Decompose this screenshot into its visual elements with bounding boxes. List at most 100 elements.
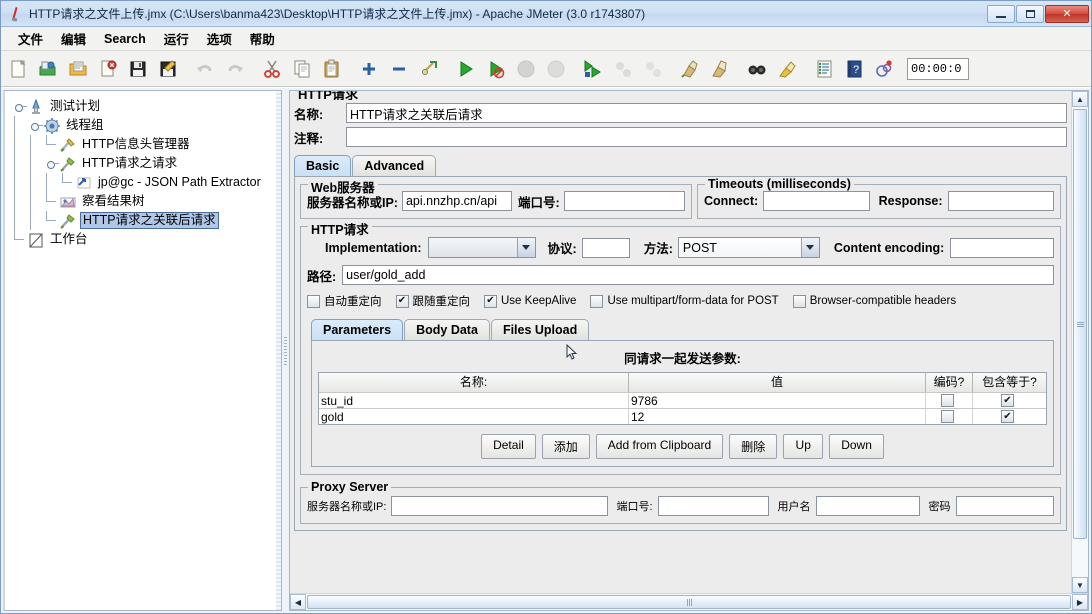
search-reset-icon[interactable] [773,55,801,83]
editor-vertical-scrollbar[interactable]: ▲ ▼ [1071,91,1088,593]
menu-item-search[interactable]: Search [95,29,155,49]
maximize-button[interactable] [1016,4,1044,23]
add-from-clipboard-button[interactable]: Add from Clipboard [595,434,724,459]
up-button[interactable]: Up [783,434,824,459]
tree-node-header-manager[interactable]: HTTP信息头管理器 [11,135,277,154]
vscroll-track[interactable] [1072,107,1088,577]
save-icon[interactable] [124,55,152,83]
toggle-icon[interactable] [415,55,443,83]
hscroll-track[interactable] [306,594,1072,610]
tree-node-http-request[interactable]: HTTP请求之请求 [11,154,277,173]
tree-node-http-request-after-correlation[interactable]: HTTP请求之关联后请求 [11,211,277,230]
templates-icon[interactable] [34,55,62,83]
clear-all-icon[interactable] [706,55,734,83]
down-button[interactable]: Down [829,434,884,459]
expand-toggle-icon[interactable] [11,97,27,116]
checkbox-box[interactable] [792,294,806,308]
hscroll-thumb[interactable] [307,595,1071,609]
column-header-name[interactable]: 名称: [319,373,629,392]
tree-node-view-results-tree[interactable]: 察看结果树 [11,192,277,211]
clear-icon[interactable] [676,55,704,83]
checkbox-box[interactable]: ✔ [484,294,497,308]
table-row[interactable]: gold 12 ✔ [319,408,1046,424]
help-icon[interactable]: ? [840,55,868,83]
search-icon[interactable] [743,55,771,83]
tree-node-thread-group[interactable]: 线程组 [11,116,277,135]
menu-item-options[interactable]: 选项 [198,26,241,51]
tree-node-json-path-extractor[interactable]: jp@gc - JSON Path Extractor [11,173,277,192]
checkbox-box[interactable] [590,294,604,308]
undo-icon[interactable] [191,55,219,83]
close-button[interactable]: ✕ [1045,4,1089,23]
name-input[interactable]: HTTP请求之关联后请求 [346,103,1067,123]
parameters-table[interactable]: 名称: 值 编码? 包含等于? stu_id 9786 ✔ gold 12 ✔ [318,372,1047,425]
start-remote-icon[interactable] [579,55,607,83]
scroll-left-icon[interactable]: ◀ [290,594,306,610]
tab-basic[interactable]: Basic [294,155,352,176]
checkbox-box[interactable]: ✔ [1001,394,1014,407]
server-input[interactable]: api.nnzhp.cn/api [401,191,512,211]
column-header-include-equals[interactable]: 包含等于? [973,373,1046,392]
cut-icon[interactable] [258,55,286,83]
open-icon[interactable] [64,55,92,83]
tree-vertical-scrollbar[interactable] [276,91,281,610]
implementation-select[interactable] [427,237,536,258]
column-header-value[interactable]: 值 [629,373,926,392]
stop-remote-icon[interactable] [609,55,637,83]
proxy-server-input[interactable] [391,496,609,516]
vscroll-thumb[interactable] [1073,109,1087,539]
cell-include-equals[interactable]: ✔ [973,409,1046,424]
expand-toggle-icon[interactable] [43,154,59,173]
checkbox-follow-redirect[interactable]: ✔ 跟随重定向 [395,293,470,309]
menu-item-edit[interactable]: 编辑 [52,26,95,51]
save-as-icon[interactable] [154,55,182,83]
cell-value[interactable]: 9786 [629,393,926,408]
detail-button[interactable]: Detail [481,434,536,459]
split-divider-grip[interactable] [284,336,287,365]
function-helper-icon[interactable] [810,55,838,83]
collapse-all-icon[interactable] [385,55,413,83]
minimize-button[interactable] [987,4,1015,23]
checkbox-box[interactable] [940,394,954,407]
cell-include-equals[interactable]: ✔ [973,393,1046,408]
add-button[interactable]: 添加 [541,434,590,459]
path-input[interactable]: user/gold_add [342,265,1054,285]
chevron-down-icon[interactable] [516,238,535,257]
menu-item-file[interactable]: 文件 [9,26,52,51]
port-input[interactable] [563,191,685,211]
paste-icon[interactable] [318,55,346,83]
content-encoding-input[interactable] [950,237,1054,258]
checkbox-auto-redirect[interactable]: 自动重定向 [307,293,382,309]
method-select[interactable]: POST [677,237,820,258]
checkbox-use-keepalive[interactable]: ✔ Use KeepAlive [484,294,576,308]
tab-parameters[interactable]: Parameters [311,319,404,340]
shutdown-remote-icon[interactable] [639,55,667,83]
column-header-encode[interactable]: 编码? [926,373,973,392]
test-plan-tree[interactable]: 测试计划 线程组 HTTP信息头管理器 HTTP请求之请求 jp@gc - JS… [5,91,281,253]
new-icon[interactable] [4,55,32,83]
protocol-input[interactable] [581,237,630,258]
scroll-up-icon[interactable]: ▲ [1072,91,1088,107]
delete-button[interactable]: 删除 [729,434,778,459]
redo-icon[interactable] [221,55,249,83]
tab-body-data[interactable]: Body Data [404,319,490,340]
tab-files-upload[interactable]: Files Upload [490,319,590,340]
scroll-down-icon[interactable]: ▼ [1072,577,1088,593]
menu-item-run[interactable]: 运行 [155,26,198,51]
response-input[interactable] [947,191,1055,211]
close-icon[interactable] [94,55,122,83]
stop-icon[interactable] [512,55,540,83]
comment-input[interactable] [346,127,1067,147]
cell-value[interactable]: 12 [629,409,926,424]
checkbox-box[interactable]: ✔ [395,294,409,308]
checkbox-use-multipart[interactable]: Use multipart/form-data for POST [590,294,779,308]
menu-item-help[interactable]: 帮助 [241,26,284,51]
cell-encode[interactable] [926,409,973,424]
thread-status-icon[interactable] [870,55,898,83]
checkbox-box[interactable] [940,410,954,423]
start-icon[interactable] [452,55,480,83]
expand-all-icon[interactable] [355,55,383,83]
copy-icon[interactable] [288,55,316,83]
start-no-timers-icon[interactable] [482,55,510,83]
proxy-password-input[interactable] [955,496,1054,516]
